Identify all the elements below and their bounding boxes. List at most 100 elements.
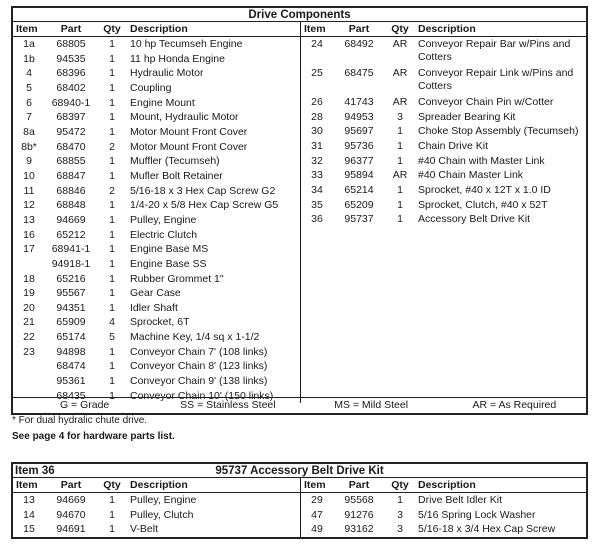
cell-part: 68941-1	[51, 243, 91, 256]
cell-qty: 1	[109, 301, 115, 314]
table-row: 6 68940-1 1 Engine Mount	[13, 96, 300, 111]
cell-desc: Sprocket, #40 x 12T x 1.0 ID	[418, 183, 551, 196]
table-row: 34 65214 1 Sprocket, #40 x 12T x 1.0 ID	[301, 183, 586, 198]
header-desc: Description	[418, 23, 476, 35]
cell-qty: 1	[109, 38, 115, 50]
cell-qty: 1	[109, 508, 115, 521]
cell-qty: 1	[109, 228, 115, 241]
cell-desc: V-Belt	[130, 523, 159, 536]
cell-qty: 1	[397, 183, 403, 196]
cell-qty: 1	[109, 287, 115, 300]
cell-part: 68475	[344, 67, 374, 79]
cell-qty: 1	[109, 199, 115, 212]
cell-part: 68940-1	[51, 96, 91, 109]
cell-item: 22	[23, 331, 35, 344]
table-row: 30 95697 1 Choke Stop Assembly (Tecumseh)	[301, 124, 586, 139]
cell-part: 65216	[56, 272, 86, 285]
cell-item: 30	[311, 125, 323, 138]
cell-item: 24	[311, 38, 323, 50]
table-row: 17 68941-1 1 Engine Base MS	[13, 242, 300, 257]
cell-desc: Choke Stop Assembly (Tecumseh)	[418, 125, 579, 138]
cell-item: 33	[311, 169, 323, 182]
left-column: Item Part Qty Description 1a 68805 1 10 hp Tecu…	[13, 22, 301, 404]
table-row: 49 93162 3 5/16-18 x 3/4 Hex Cap Screw	[301, 522, 586, 537]
cell-desc: Conveyor Chain Pin w/Cotter	[418, 96, 554, 108]
cell-item: 7	[26, 111, 32, 124]
cell-desc: Pulley, Engine	[130, 213, 197, 226]
table-row: 10 68847 1 Mufler Bolt Retainer	[13, 169, 300, 184]
cell-item: 13	[23, 213, 35, 226]
header-row: Item Part Qty Description	[13, 22, 300, 37]
cell-qty: 1	[397, 213, 403, 226]
cell-desc: Spreader Bearing Kit	[418, 110, 516, 123]
kit-title: 95737 Accessory Belt Drive Kit	[215, 465, 384, 477]
cell-item: 23	[23, 345, 35, 358]
cell-item: 1b	[23, 52, 35, 65]
cell-qty: 1	[109, 67, 115, 80]
cell-desc: Drive Belt Idler Kit	[418, 494, 503, 506]
cell-item	[13, 359, 45, 374]
table-row: 14 94670 1 Pulley, Clutch	[13, 508, 300, 523]
left-column: Item Part Qty Description 13 94669 1 Pulley, En…	[13, 478, 301, 537]
table-row: 12 68848 1 1/4-20 x 5/8 Hex Cap Screw G5	[13, 198, 300, 213]
table-row: 21 65909 4 Sprocket, 6T	[13, 315, 300, 330]
cell-part: 95736	[344, 139, 374, 152]
cell-desc: Machine Key, 1/4 sq x 1-1/2	[130, 331, 260, 344]
cell-item: 14	[23, 508, 35, 521]
cell-desc: Motor Mount Front Cover	[130, 125, 248, 138]
cell-part: 68847	[56, 169, 86, 182]
table-row: 15 94691 1 V-Belt	[13, 522, 300, 537]
cell-part: 94918-1	[51, 257, 91, 270]
cell-desc: Accessory Belt Drive Kit	[418, 213, 531, 226]
cell-qty: 2	[109, 184, 115, 197]
right-column: Item Part Qty Description 29 95568 1 Drive Belt…	[301, 478, 586, 537]
table-row: 20 94351 1 Idler Shaft	[13, 301, 300, 316]
cell-part: 94898	[56, 345, 86, 358]
cell-qty: 1	[109, 523, 115, 536]
legend-item: SS = Stainless Steel	[180, 399, 276, 411]
header-part: Part	[60, 23, 82, 35]
cell-desc: Pulley, Engine	[130, 494, 197, 506]
cell-part: 95567	[56, 287, 86, 300]
cell-desc: #40 Chain Master Link	[418, 169, 524, 182]
cell-qty: AR	[392, 38, 408, 50]
cell-part: 95472	[56, 125, 86, 138]
cell-qty: 1	[397, 154, 403, 167]
cell-qty: 1	[109, 111, 115, 124]
cell-item: 35	[311, 198, 323, 211]
cell-part: 68470	[56, 140, 86, 153]
table-row: 8a 95472 1 Motor Mount Front Cover	[13, 125, 300, 140]
table-row: 25 68475 AR Conveyor Repair Link w/Pins and…	[301, 66, 586, 95]
cell-part: 65909	[56, 316, 86, 329]
cell-qty: 1	[109, 360, 115, 373]
legend-row: G = Grade SS = Stainless Steel MS = Mild…	[13, 397, 586, 413]
cell-desc: 5/16 Spring Lock Washer	[418, 508, 536, 521]
table-row: 26 41743 AR Conveyor Chain Pin w/Cotter	[301, 95, 586, 110]
cell-part: 95894	[344, 169, 374, 182]
cell-item: 16	[23, 228, 35, 241]
cell-item	[13, 374, 45, 389]
cell-desc: 10 hp Tecumseh Engine	[130, 38, 243, 50]
header-item: Item	[304, 23, 326, 35]
cell-desc: Coupling	[130, 81, 172, 94]
cell-qty: 1	[109, 169, 115, 182]
cell-part: 41743	[344, 96, 374, 108]
cell-item: 13	[23, 494, 35, 506]
cell-desc: Mount, Hydraulic Motor	[130, 111, 239, 124]
cell-item: 47	[311, 508, 323, 521]
cell-desc: Chain Drive Kit	[418, 139, 489, 152]
cell-item: 26	[311, 96, 323, 108]
cell-desc: Rubber Grommet 1"	[130, 272, 224, 285]
cell-desc: 5/16-18 x 3 Hex Cap Screw G2	[130, 184, 276, 197]
cell-desc: Conveyor Repair Link w/Pins and Cotters	[418, 67, 574, 92]
header-qty: Qty	[391, 479, 409, 491]
cell-part: 68402	[56, 81, 86, 94]
cell-qty: 3	[397, 508, 403, 521]
table-row: 18 65216 1 Rubber Grommet 1"	[13, 272, 300, 287]
table-row: 24 68492 AR Conveyor Repair Bar w/Pins and …	[301, 37, 586, 66]
table-row: 29 95568 1 Drive Belt Idler Kit	[301, 493, 586, 508]
cell-desc: Gear Case	[130, 287, 181, 300]
cell-part: 94691	[56, 523, 86, 536]
header-desc: Description	[418, 479, 476, 491]
accessory-kit-table: Item 36 95737 Accessory Belt Drive Kit I…	[11, 462, 588, 539]
